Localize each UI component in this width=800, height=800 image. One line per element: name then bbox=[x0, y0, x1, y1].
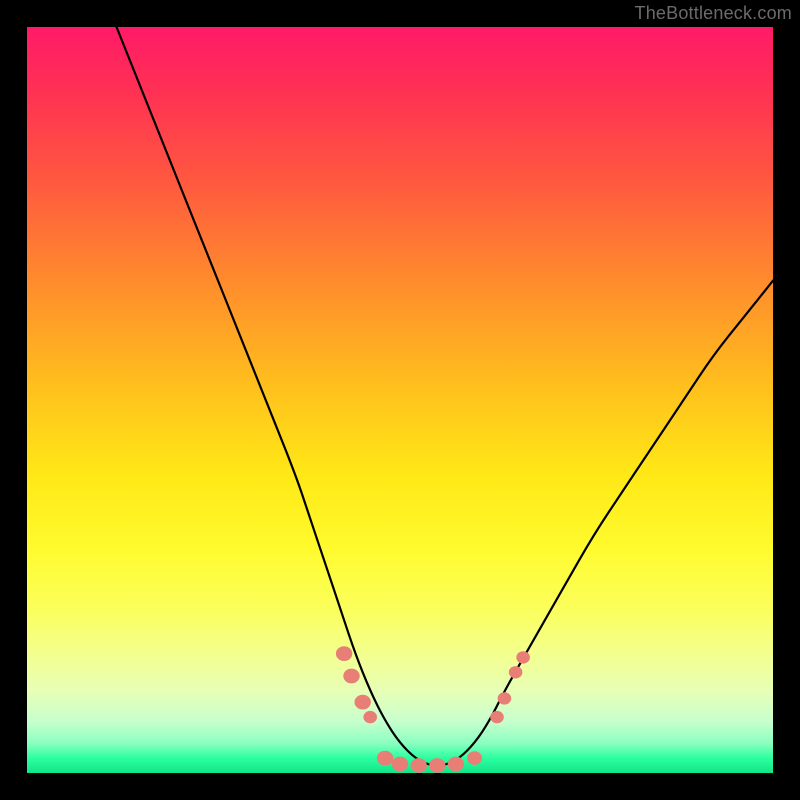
curve-marker bbox=[377, 751, 393, 766]
curve-marker bbox=[392, 757, 408, 772]
curve-marker bbox=[429, 758, 445, 773]
curve-marker bbox=[411, 758, 427, 773]
curve-marker bbox=[448, 757, 464, 772]
curve-marker bbox=[355, 695, 371, 710]
curve-marker bbox=[343, 669, 359, 684]
curve-marker bbox=[336, 646, 352, 661]
attribution-text: TheBottleneck.com bbox=[635, 3, 792, 24]
curve-marker bbox=[490, 711, 504, 723]
chart-frame: TheBottleneck.com bbox=[0, 0, 800, 800]
marker-group bbox=[336, 646, 530, 773]
curve-marker bbox=[467, 751, 482, 765]
bottleneck-curve-path bbox=[117, 27, 774, 766]
chart-plot-area bbox=[27, 27, 773, 773]
curve-marker bbox=[498, 692, 512, 704]
bottleneck-curve-svg bbox=[27, 27, 773, 773]
curve-marker bbox=[363, 711, 377, 723]
curve-marker bbox=[509, 666, 523, 678]
curve-marker bbox=[516, 651, 530, 663]
